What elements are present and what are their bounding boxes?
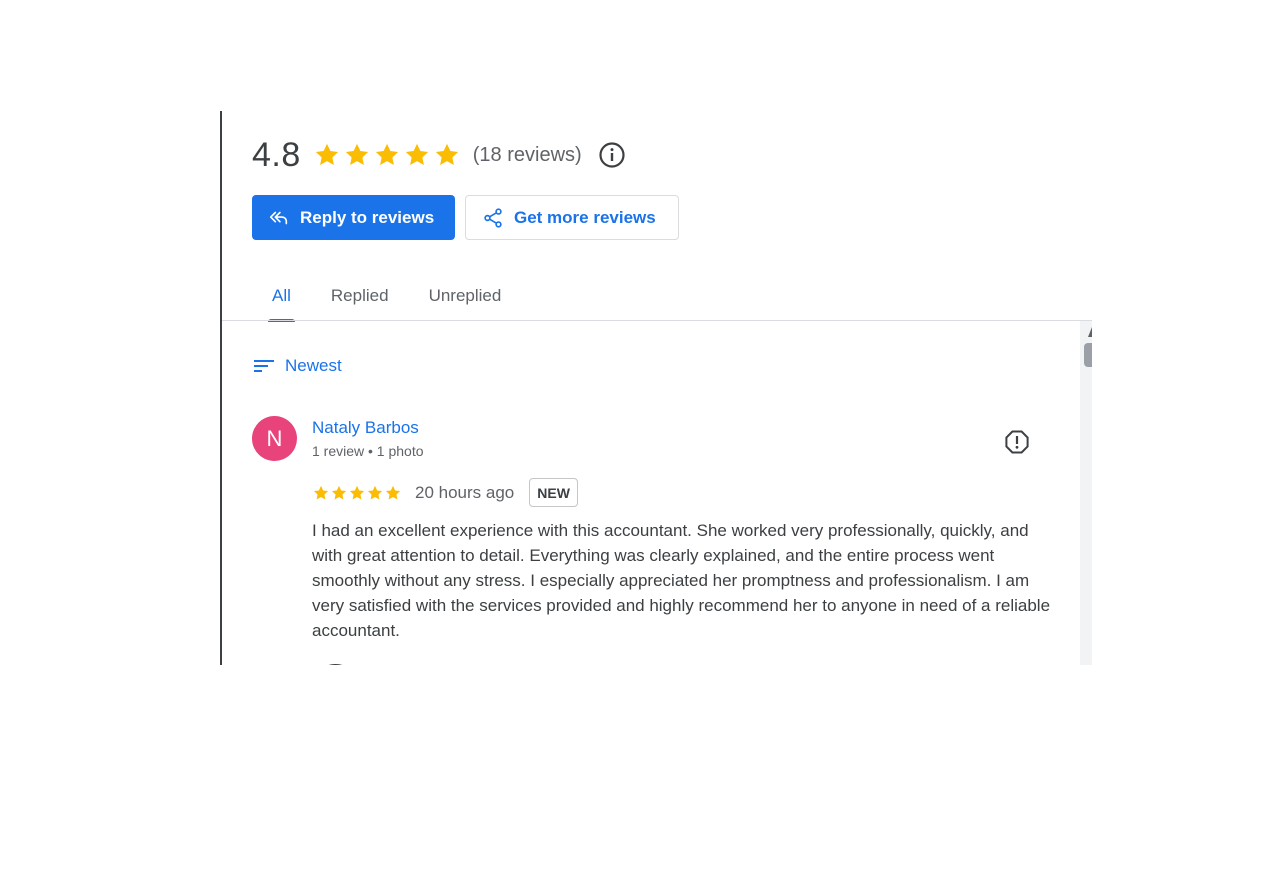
reviews-panel: 4.8 (18 reviews) Reply to reviews Get mo… [220,111,1092,665]
scrollbar[interactable] [1080,321,1092,665]
review-count: (18 reviews) [472,143,582,166]
rating-summary: 4.8 (18 reviews) [252,135,626,175]
get-more-reviews-button[interactable]: Get more reviews [465,195,679,240]
star-icon [367,485,383,499]
avatar[interactable]: N [252,416,297,461]
review-filter-tabs: All Replied Unreplied [252,271,522,322]
report-icon[interactable] [1004,429,1030,455]
star-icon [313,485,329,499]
star-icon [331,485,347,499]
review-stars [312,484,402,502]
star-icon [349,485,365,499]
tab-all[interactable]: All [252,271,311,322]
reply-all-icon [268,207,290,229]
rating-stars [313,141,461,169]
star-icon [315,143,338,166]
review-text: I had an excellent experience with this … [312,521,1051,640]
tab-label: Unreplied [428,286,502,305]
avatar [312,664,359,665]
sort-icon [252,354,276,378]
reply-to-reviews-button[interactable]: Reply to reviews [252,195,455,240]
star-icon [405,143,428,166]
tab-unreplied[interactable]: Unreplied [409,271,522,321]
new-badge: NEW [529,478,578,507]
action-buttons: Reply to reviews Get more reviews [252,195,679,240]
tab-label: Replied [330,286,389,305]
reviewer-meta: 1 review • 1 photo [312,443,424,459]
scroll-thumb[interactable] [1084,343,1092,367]
sort-dropdown[interactable]: Newest [252,354,342,378]
star-icon [385,485,401,499]
info-icon[interactable] [598,141,626,169]
star-icon [435,143,458,166]
sort-label: Newest [285,356,342,375]
tab-label: All [272,286,291,305]
reply-to-reviews-label: Reply to reviews [300,207,435,227]
star-icon [375,143,398,166]
reviewer-name[interactable]: Nataly Barbos [312,418,419,438]
share-icon [482,207,504,229]
get-more-reviews-label: Get more reviews [514,207,656,227]
scroll-up-arrow[interactable] [1088,327,1092,337]
tab-divider [222,320,1092,321]
rating-value: 4.8 [252,135,301,174]
review-meta-row: 20 hours ago NEW [312,478,578,507]
star-icon [345,143,368,166]
review-time: 20 hours ago [415,482,515,502]
tab-replied[interactable]: Replied [311,271,409,321]
